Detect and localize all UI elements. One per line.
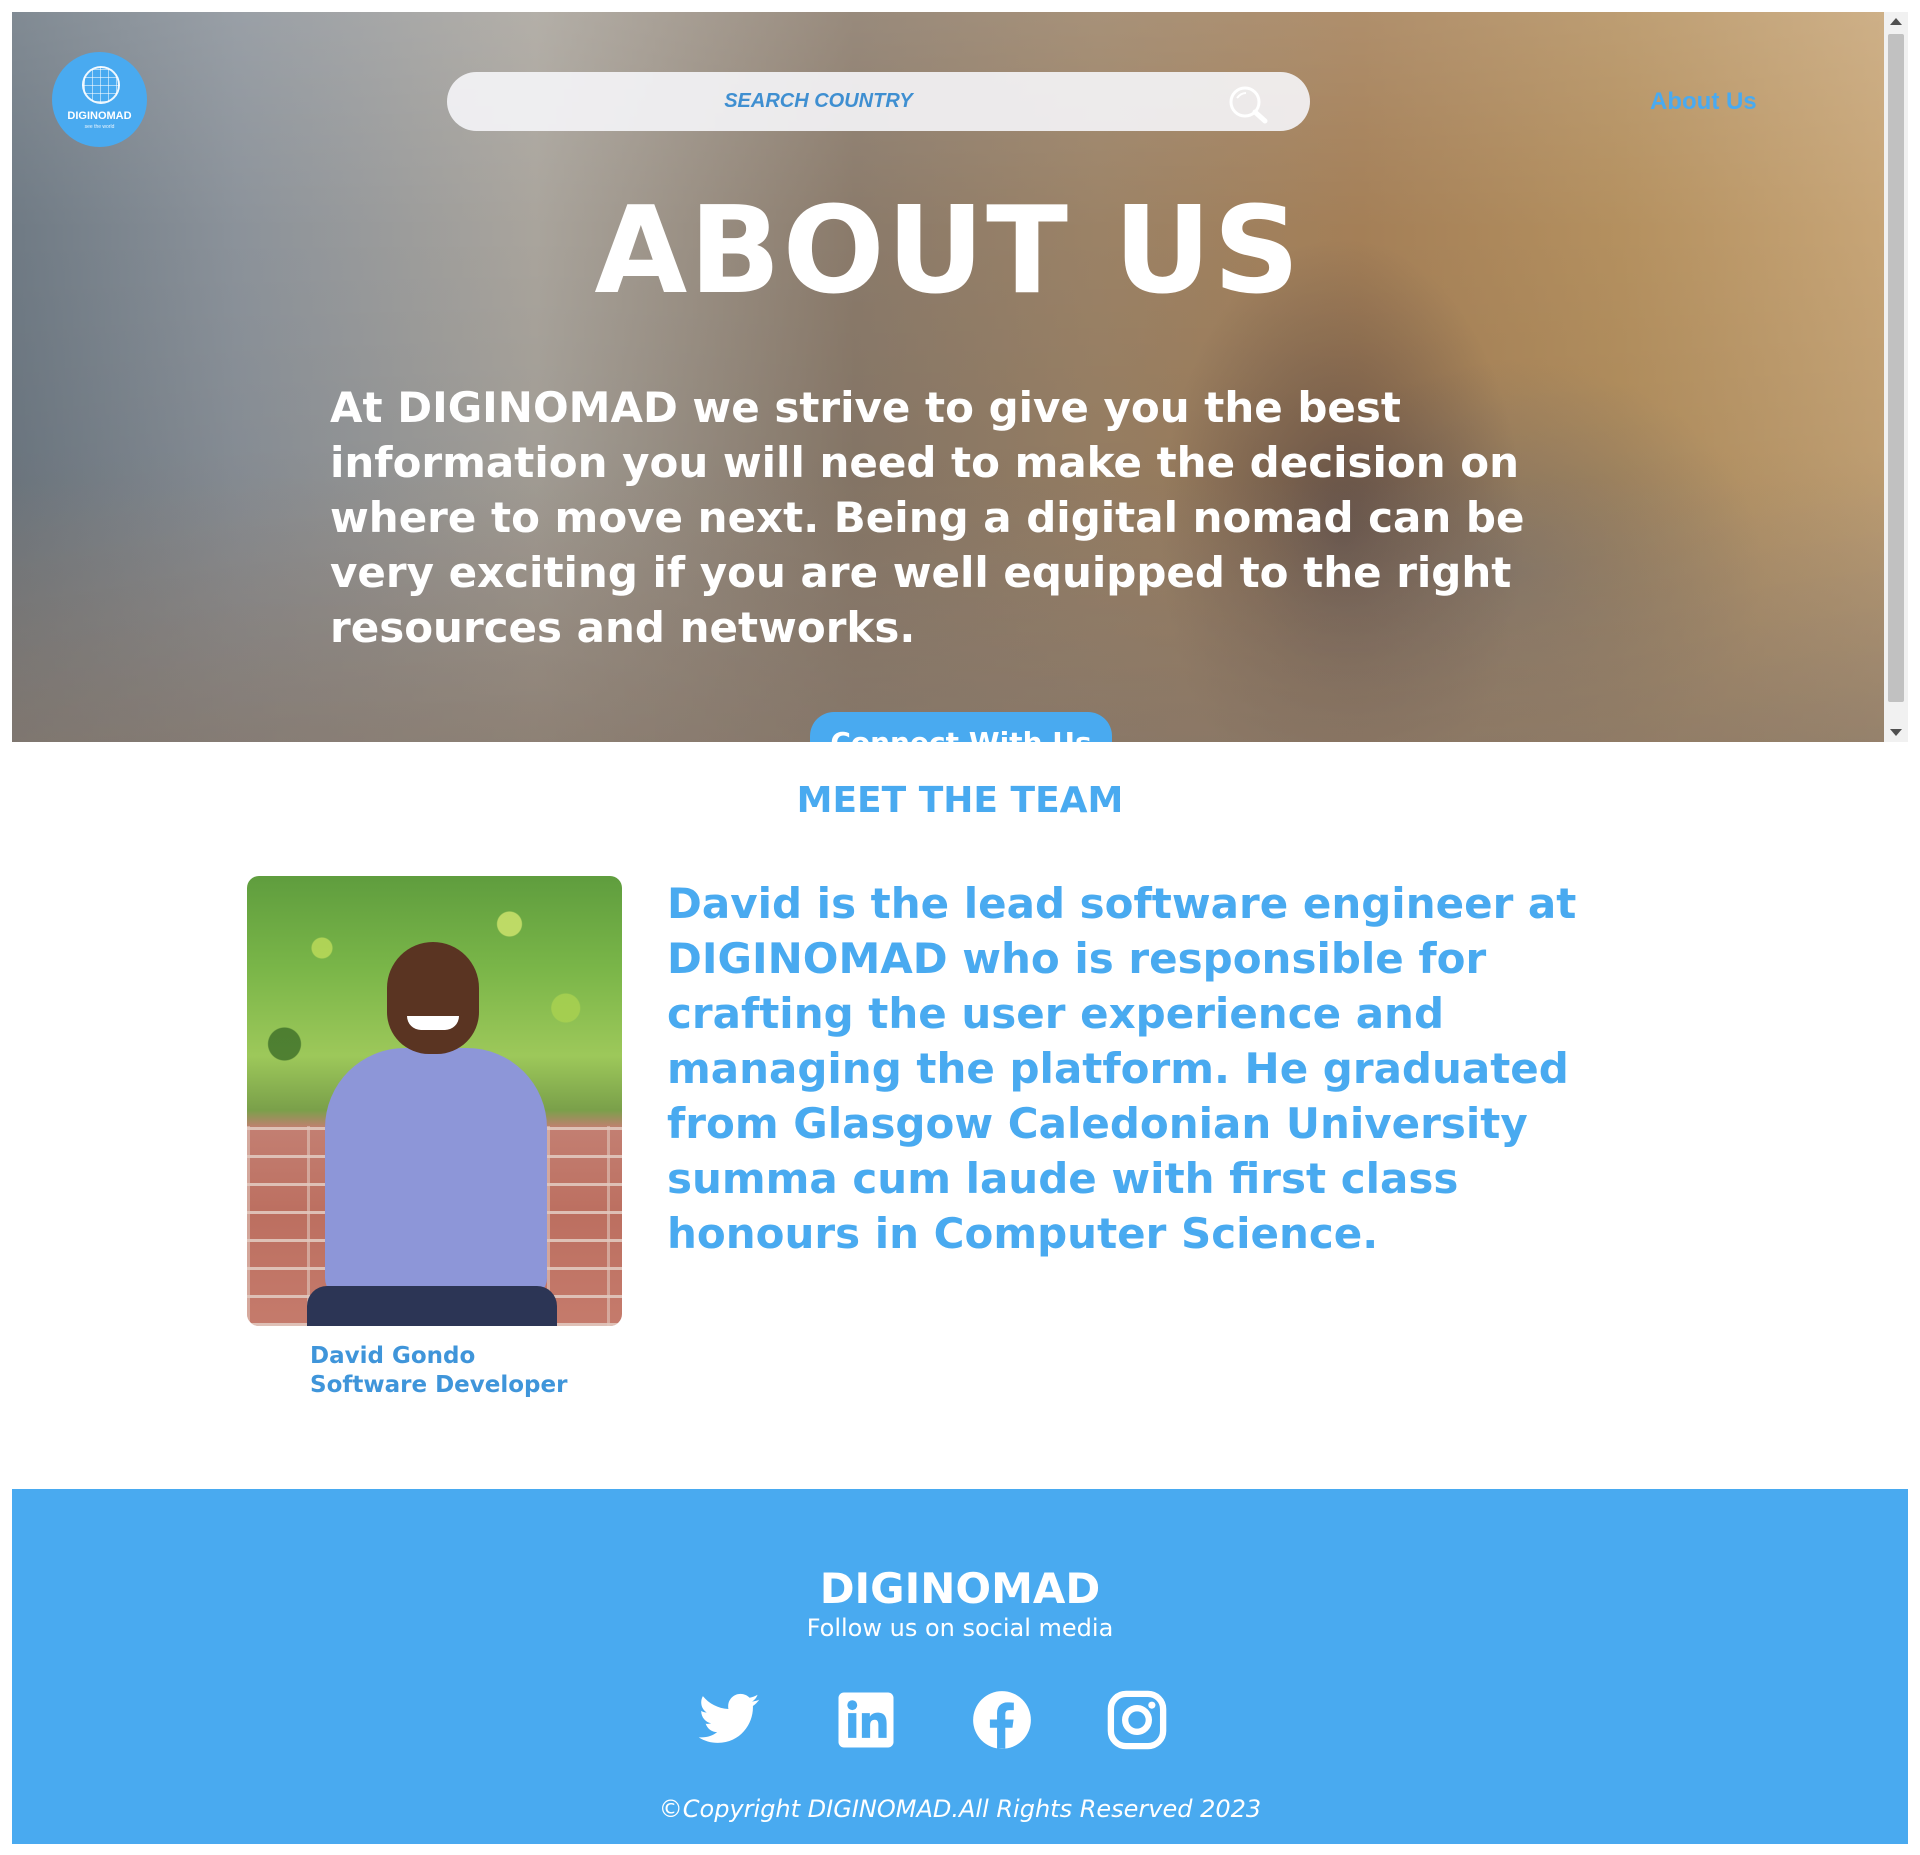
- copyright-text: ©Copyright DIGINOMAD.All Rights Reserved…: [658, 1795, 1262, 1823]
- hero-section: DIGINOMAD see the world About Us ABOUT U…: [12, 12, 1884, 742]
- team-heading: MEET THE TEAM: [796, 780, 1124, 821]
- footer-brand: DIGINOMAD: [819, 1564, 1101, 1613]
- globe-icon: [82, 66, 120, 104]
- hero-description: At DIGINOMAD we strive to give you the b…: [330, 383, 1525, 652]
- connect-with-us-button[interactable]: Connect With Us: [810, 712, 1112, 742]
- twitter-icon[interactable]: [696, 1687, 762, 1753]
- facebook-icon[interactable]: [969, 1687, 1035, 1753]
- footer-follow-text: Follow us on social media: [806, 1614, 1114, 1642]
- team-member-photo: [247, 876, 622, 1326]
- social-links: [12, 1687, 1908, 1757]
- linkedin-icon[interactable]: [833, 1687, 899, 1753]
- scroll-down-arrow-icon[interactable]: [1890, 729, 1902, 736]
- page-title: ABOUT US: [594, 182, 1302, 321]
- logo[interactable]: DIGINOMAD see the world: [52, 52, 147, 147]
- team-member-name: David Gondo: [310, 1343, 476, 1369]
- footer: DIGINOMAD Follow us on social media ©Cop…: [12, 1489, 1908, 1844]
- search-icon[interactable]: [1225, 84, 1275, 124]
- team-member-bio: David is the lead software engineer at D…: [667, 879, 1577, 1258]
- logo-text: DIGINOMAD: [67, 110, 132, 122]
- nav-link-about-us[interactable]: About Us: [1650, 88, 1757, 116]
- scroll-up-arrow-icon[interactable]: [1890, 18, 1902, 25]
- scrollbar[interactable]: [1884, 12, 1908, 742]
- scrollbar-thumb[interactable]: [1888, 34, 1904, 702]
- instagram-icon[interactable]: [1104, 1687, 1170, 1753]
- team-member-role: Software Developer: [310, 1372, 568, 1398]
- logo-tagline: see the world: [84, 124, 115, 130]
- search-bar: [447, 72, 1310, 131]
- search-input[interactable]: [447, 72, 1310, 131]
